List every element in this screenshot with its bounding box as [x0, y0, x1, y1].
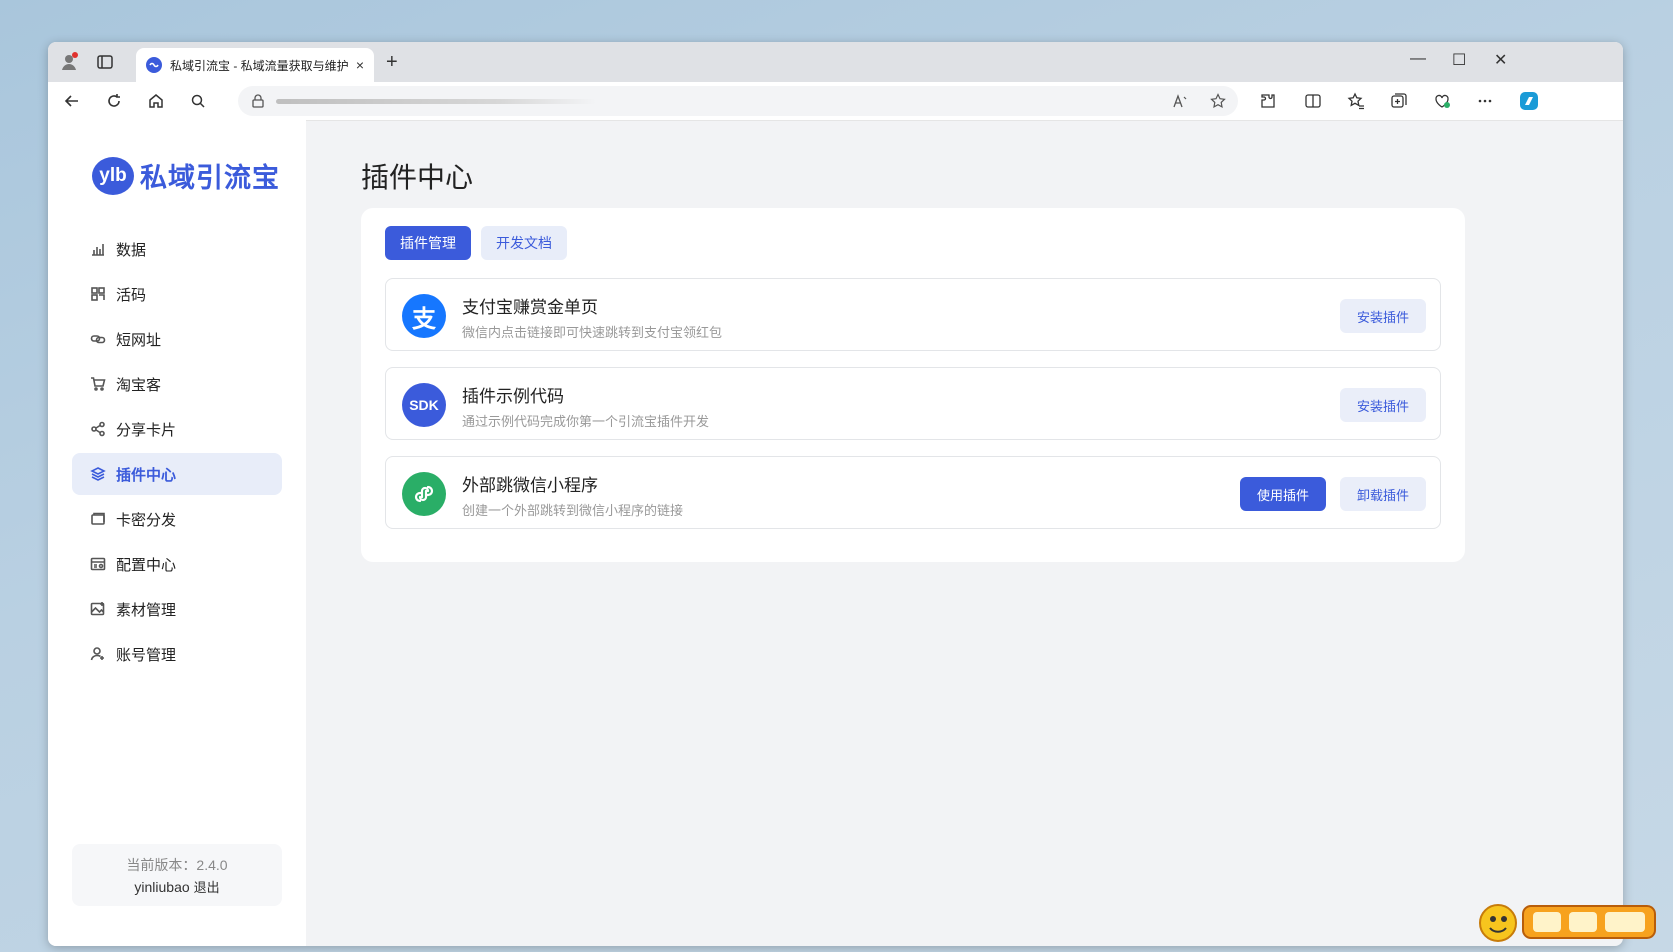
sidebar-item-live-code[interactable]: 活码: [72, 273, 282, 315]
site-favicon-icon: [146, 57, 162, 73]
link-icon: [90, 335, 106, 344]
plugin-description: 微信内点击链接即可快速跳转到支付宝领红包: [462, 325, 723, 340]
new-tab-button[interactable]: +: [386, 51, 398, 74]
tab-strip: 私域引流宝 - 私域流量获取与维护 × + — ☐ ✕: [48, 42, 1623, 82]
wechat-miniprogram-icon: [402, 472, 446, 516]
plugin-card-alipay: 支 支付宝赚赏金单页 微信内点击链接即可快速跳转到支付宝领红包 安装插件: [385, 278, 1441, 351]
sidebar-item-label: 账号管理: [116, 646, 177, 664]
image-icon: [90, 602, 105, 616]
tab-dev-docs[interactable]: 开发文档: [481, 226, 567, 260]
sidebar-item-taobaoke[interactable]: 淘宝客: [72, 363, 282, 405]
split-screen-icon[interactable]: [1303, 91, 1323, 111]
home-icon[interactable]: [146, 91, 166, 111]
copilot-icon[interactable]: [1518, 90, 1540, 112]
browser-essentials-icon[interactable]: [1432, 91, 1452, 111]
sidebar-item-label: 卡密分发: [116, 511, 177, 529]
card-icon: [91, 512, 105, 525]
miniprogram-link-icon: [414, 485, 434, 503]
cart-icon: [91, 377, 106, 391]
browser-tab[interactable]: 私域引流宝 - 私域流量获取与维护 ×: [136, 48, 374, 82]
tab-plugin-management[interactable]: 插件管理: [385, 226, 471, 260]
app-logo[interactable]: ylb 私域引流宝: [92, 156, 280, 195]
use-plugin-button[interactable]: 使用插件: [1239, 477, 1326, 511]
version-box: 当前版本：2.4.0 yinliubao 退出: [72, 844, 282, 906]
browser-toolbar: [48, 82, 1623, 121]
sidebar-item-label: 淘宝客: [116, 376, 162, 394]
user-icon: [90, 647, 104, 661]
sidebar-item-label: 配置中心: [116, 556, 177, 574]
uninstall-plugin-button[interactable]: 卸载插件: [1339, 477, 1426, 511]
plugin-name: 支付宝赚赏金单页: [462, 298, 598, 317]
sidebar-item-label: 插件中心: [116, 466, 177, 484]
tab-close-icon[interactable]: ×: [356, 57, 364, 73]
share-icon: [91, 421, 105, 437]
sidebar-nav: 数据 活码 短网址 淘宝客 分享卡片 插件中心 卡密分发 配置中心 素材管理 账…: [72, 228, 282, 678]
back-icon[interactable]: [62, 91, 82, 111]
extensions-icon[interactable]: [1258, 91, 1278, 111]
tab-title: 私域引流宝 - 私域流量获取与维护: [170, 58, 349, 73]
plugin-description: 通过示例代码完成你第一个引流宝插件开发: [462, 414, 710, 429]
blurred-url: [276, 99, 596, 104]
layers-icon: [90, 467, 106, 481]
main-content: 插件中心 插件管理 开发文档 支 支付宝赚赏金单页 微信内点击链接即可快速跳转到…: [306, 120, 1623, 946]
sidebar-item-card-secret[interactable]: 卡密分发: [72, 498, 282, 540]
version-label: 当前版本：2.4.0: [126, 857, 228, 873]
plugin-description: 创建一个外部跳转到微信小程序的链接: [462, 503, 684, 518]
sidebar-item-label: 数据: [116, 241, 147, 259]
plugin-card-wechat-miniprogram: 外部跳微信小程序 创建一个外部跳转到微信小程序的链接 使用插件 卸载插件: [385, 456, 1441, 529]
sidebar: ylb 私域引流宝 数据 活码 短网址 淘宝客 分享卡片 插件中心 卡密分发 配…: [48, 120, 306, 946]
sidebar-item-label: 素材管理: [116, 601, 177, 619]
install-plugin-button[interactable]: 安装插件: [1339, 388, 1426, 422]
sidebar-item-data[interactable]: 数据: [72, 228, 282, 270]
sidebar-item-material[interactable]: 素材管理: [72, 588, 282, 630]
watermark-logo: [1479, 904, 1656, 942]
minimize-button[interactable]: —: [1410, 50, 1426, 68]
address-bar[interactable]: [238, 86, 1238, 116]
logo-name: 私域引流宝: [140, 163, 280, 194]
plugin-name: 外部跳微信小程序: [462, 476, 598, 495]
bar-chart-icon: [92, 244, 104, 256]
tab-actions-icon[interactable]: [96, 53, 114, 71]
page-title: 插件中心: [361, 162, 474, 193]
collections-icon[interactable]: [1389, 91, 1409, 111]
sidebar-item-share-card[interactable]: 分享卡片: [72, 408, 282, 450]
config-icon: [90, 557, 106, 571]
app-body: ylb 私域引流宝 数据 活码 短网址 淘宝客 分享卡片 插件中心 卡密分发 配…: [48, 120, 1623, 946]
plugin-card-sdk-example: SDK 插件示例代码 通过示例代码完成你第一个引流宝插件开发 安装插件: [385, 367, 1441, 440]
browser-window: 私域引流宝 - 私域流量获取与维护 × + — ☐ ✕ ylb 私域引流宝 数据…: [48, 42, 1623, 946]
search-icon[interactable]: [188, 91, 208, 111]
sidebar-item-config-center[interactable]: 配置中心: [72, 543, 282, 585]
sidebar-item-label: 活码: [116, 286, 147, 304]
plugin-actions: 安装插件: [1339, 388, 1426, 422]
alipay-icon: 支: [402, 294, 446, 338]
plugin-tabs: 插件管理 开发文档: [385, 226, 567, 260]
plugin-panel: 插件管理 开发文档 支 支付宝赚赏金单页 微信内点击链接即可快速跳转到支付宝领红…: [361, 208, 1465, 562]
favorite-star-icon[interactable]: [1210, 93, 1226, 109]
read-aloud-icon[interactable]: [1172, 93, 1188, 109]
sidebar-item-account[interactable]: 账号管理: [72, 633, 282, 675]
sidebar-item-plugin-center[interactable]: 插件中心: [72, 453, 282, 495]
window-close-button[interactable]: ✕: [1494, 50, 1507, 70]
sidebar-item-label: 短网址: [116, 331, 162, 349]
favorites-icon[interactable]: [1346, 91, 1366, 111]
refresh-icon[interactable]: [104, 91, 124, 111]
sidebar-item-short-url[interactable]: 短网址: [72, 318, 282, 360]
sdk-icon: SDK: [402, 383, 446, 427]
plugin-actions: 安装插件: [1339, 299, 1426, 333]
maximize-button[interactable]: ☐: [1452, 50, 1466, 70]
plugin-actions: 使用插件 卸载插件: [1239, 477, 1426, 511]
grid-icon: [91, 287, 105, 301]
sidebar-item-label: 分享卡片: [116, 421, 177, 439]
profile-icon[interactable]: [60, 52, 80, 72]
install-plugin-button[interactable]: 安装插件: [1339, 299, 1426, 333]
lock-icon[interactable]: [250, 93, 266, 109]
username: yinliubao: [134, 879, 190, 895]
logo-badge: ylb: [92, 156, 134, 195]
more-options-icon[interactable]: [1475, 91, 1495, 111]
plugin-name: 插件示例代码: [462, 387, 564, 406]
logout-link[interactable]: 退出: [194, 880, 220, 895]
